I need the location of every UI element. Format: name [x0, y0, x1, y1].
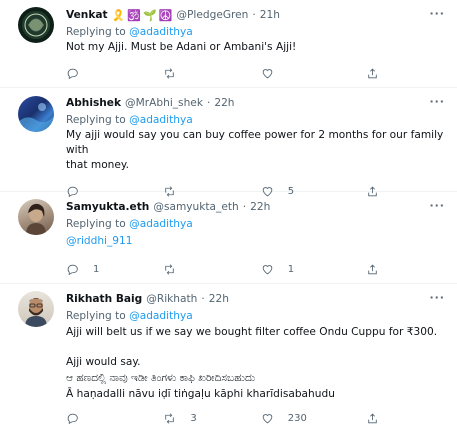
retweet-count: 3: [190, 412, 197, 424]
reply-icon: [67, 264, 78, 275]
retweet-icon: [165, 67, 175, 79]
tweet-header: Rikhath Baig @Rikhath · 22h: [66, 293, 229, 305]
ribbon-emoji: 🎗️: [111, 8, 126, 22]
share-button[interactable]: [366, 67, 386, 80]
username[interactable]: @MrAbhi_shek: [125, 97, 203, 109]
like-count: 1: [287, 263, 295, 275]
replying-to: Replying to @adadithya: [66, 112, 447, 128]
tweet-line: that money.: [66, 159, 130, 171]
tweet-text: Not my Ajji. Must be Adani or Ambani's A…: [66, 40, 447, 55]
tweet-line: Ajji would say.: [66, 356, 141, 368]
replying-to-label: Replying to: [66, 310, 126, 322]
avatar[interactable]: [18, 96, 54, 132]
retweet-button[interactable]: [163, 263, 260, 276]
avatar[interactable]: [18, 291, 54, 327]
retweet-icon: [165, 263, 175, 275]
username[interactable]: @Rikhath: [146, 293, 197, 305]
replying-to: Replying to @adadithya: [66, 308, 447, 324]
tweet-line: My ajji would say you can buy coffee pow…: [66, 129, 444, 156]
seedling-emoji: 🌱: [143, 8, 157, 22]
reply-icon: [67, 413, 78, 424]
like-icon: [262, 68, 273, 78]
reply-to-link[interactable]: @adadithya: [129, 26, 193, 38]
avatar[interactable]: [18, 199, 54, 235]
replying-to: Replying to @adadithya: [66, 216, 447, 232]
peace-emoji: ☮️: [158, 8, 173, 22]
action-bar: 3 230: [66, 408, 386, 428]
display-name[interactable]: Abhishek: [66, 97, 121, 109]
share-button[interactable]: [366, 412, 386, 425]
action-bar: 1 1: [66, 259, 386, 279]
tweet-header: Venkat 🎗️ 🕉️ 🌱 ☮️ @PledgeGren · 21h: [66, 8, 280, 22]
more-icon[interactable]: ···: [429, 199, 445, 212]
timestamp[interactable]: 21h: [260, 9, 280, 21]
reply-to-link[interactable]: @adadithya: [129, 310, 193, 322]
tweet[interactable]: Abhishek @MrAbhi_shek · 22h ··· Replying…: [0, 88, 457, 197]
replying-to-label: Replying to: [66, 114, 126, 126]
display-name[interactable]: Samyukta.eth: [66, 201, 149, 213]
more-icon[interactable]: ···: [429, 291, 445, 304]
reply-button[interactable]: 1: [66, 263, 163, 276]
timestamp[interactable]: 22h: [250, 201, 270, 213]
tweet[interactable]: Rikhath Baig @Rikhath · 22h ··· Replying…: [0, 284, 457, 440]
replying-to-label: Replying to: [66, 26, 126, 38]
tweet-text: My ajji would say you can buy coffee pow…: [66, 128, 447, 173]
username[interactable]: @PledgeGren: [176, 9, 248, 21]
reply-to-link[interactable]: @adadithya: [129, 114, 193, 126]
tweet-header: Samyukta.eth @samyukta_eth · 22h: [66, 201, 271, 213]
display-name[interactable]: Venkat: [66, 9, 108, 21]
like-icon: [262, 264, 273, 274]
share-icon: [368, 68, 377, 78]
reply-button[interactable]: [66, 67, 163, 80]
retweet-button[interactable]: 3: [163, 412, 260, 425]
om-emoji: 🕉️: [127, 8, 142, 22]
like-count: 230: [287, 412, 307, 424]
retweet-icon: [165, 412, 175, 424]
reply-to-link[interactable]: @adadithya: [129, 218, 193, 230]
tweet[interactable]: Samyukta.eth @samyukta_eth · 22h ··· Rep…: [0, 192, 457, 284]
share-icon: [368, 413, 377, 423]
like-button[interactable]: 230: [261, 412, 366, 425]
display-name[interactable]: Rikhath Baig: [66, 293, 142, 305]
tweet-header: Abhishek @MrAbhi_shek · 22h: [66, 97, 235, 109]
like-button[interactable]: [261, 67, 366, 80]
mention-link[interactable]: @riddhi_911: [66, 235, 133, 247]
timestamp[interactable]: 22h: [214, 97, 234, 109]
tweet-line: Ajji will belt us if we say we bought fi…: [66, 326, 438, 338]
replying-to-label: Replying to: [66, 218, 126, 230]
avatar[interactable]: [18, 7, 54, 43]
more-icon[interactable]: ···: [429, 7, 445, 20]
name-emojis: 🎗️ 🕉️ 🌱 ☮️: [112, 9, 173, 22]
tweet-text: Ajji will belt us if we say we bought fi…: [66, 324, 447, 402]
tweet-line: Not my Ajji. Must be Adani or Ambani's A…: [66, 41, 297, 53]
replying-to: Replying to @adadithya: [66, 24, 447, 40]
username[interactable]: @samyukta_eth: [153, 201, 238, 213]
tweet[interactable]: Venkat 🎗️ 🕉️ 🌱 ☮️ @PledgeGren · 21h ··· …: [0, 0, 457, 88]
share-icon: [368, 264, 377, 274]
timestamp[interactable]: 22h: [209, 293, 229, 305]
action-bar: [66, 63, 386, 83]
tweet-line: ಆ ಹಣದಲ್ಲಿ ನಾವು ಇಡೀ ತಿಂಗಳು ಕಾಫಿ ಖರೀದಿಸಬಹು…: [66, 372, 256, 384]
share-button[interactable]: [366, 263, 386, 276]
reply-button[interactable]: [66, 412, 163, 425]
more-icon[interactable]: ···: [429, 95, 445, 108]
retweet-button[interactable]: [163, 67, 260, 80]
tweet-text: @riddhi_911: [66, 234, 447, 249]
reply-count: 1: [93, 263, 100, 275]
tweet-line: Ā haṇadalli nāvu iḍī tiṅgaḷu kāphi kharī…: [66, 388, 335, 400]
reply-icon: [67, 68, 78, 79]
like-icon: [262, 413, 273, 423]
like-button[interactable]: 1: [261, 263, 366, 276]
